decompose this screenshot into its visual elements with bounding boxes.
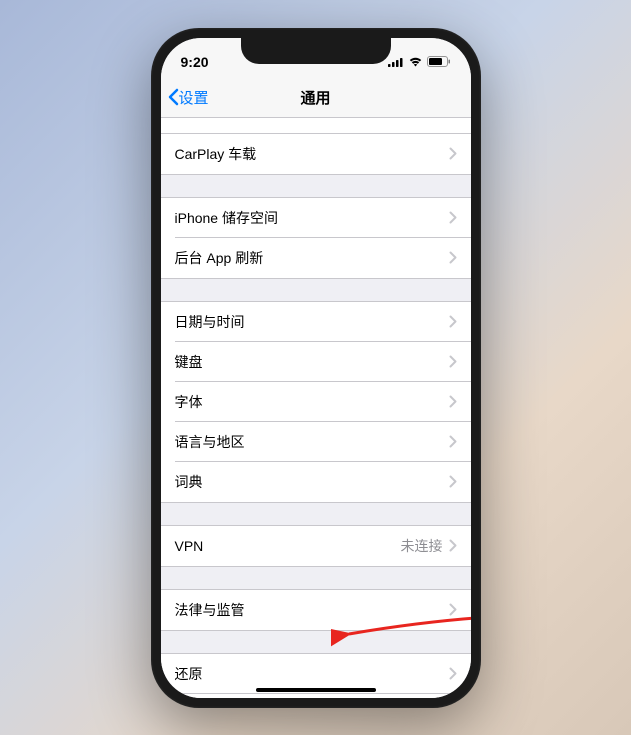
status-time: 9:20 xyxy=(181,54,209,70)
nav-bar: 设置 通用 xyxy=(161,78,471,118)
row-label: 语言与地区 xyxy=(175,432,245,452)
row-right xyxy=(449,475,457,488)
chevron-right-icon xyxy=(449,315,457,328)
chevron-right-icon xyxy=(449,211,457,224)
row-label: 法律与监管 xyxy=(175,600,245,620)
back-label: 设置 xyxy=(179,87,209,108)
row-carplay[interactable]: CarPlay 车载 xyxy=(161,134,471,174)
row-dictionary[interactable]: 词典 xyxy=(161,462,471,502)
row-right xyxy=(449,435,457,448)
row-vpn[interactable]: VPN 未连接 xyxy=(161,526,471,566)
row-right xyxy=(449,211,457,224)
chevron-right-icon xyxy=(449,603,457,616)
settings-section: iPhone 储存空间后台 App 刷新 xyxy=(161,197,471,279)
chevron-right-icon xyxy=(449,147,457,160)
row-storage[interactable]: iPhone 储存空间 xyxy=(161,198,471,238)
settings-section: 日期与时间键盘字体语言与地区词典 xyxy=(161,301,471,503)
chevron-right-icon xyxy=(449,251,457,264)
row-value: 未连接 xyxy=(401,536,443,556)
chevron-right-icon xyxy=(449,539,457,552)
row-label: CarPlay 车载 xyxy=(175,144,257,164)
wifi-icon xyxy=(408,56,423,67)
row-legal[interactable]: 法律与监管 xyxy=(161,590,471,630)
row-language[interactable]: 语言与地区 xyxy=(161,422,471,462)
row-right xyxy=(449,603,457,616)
chevron-right-icon xyxy=(449,395,457,408)
row-right xyxy=(449,147,457,160)
row-right xyxy=(449,251,457,264)
settings-content[interactable]: CarPlay 车载iPhone 储存空间后台 App 刷新日期与时间键盘字体语… xyxy=(161,118,471,698)
settings-section: CarPlay 车载 xyxy=(161,134,471,175)
row-label: 词典 xyxy=(175,472,203,492)
status-right xyxy=(388,56,451,67)
row-right: 未连接 xyxy=(401,536,457,556)
chevron-right-icon xyxy=(449,435,457,448)
settings-section: 法律与监管 xyxy=(161,589,471,631)
row-label: 字体 xyxy=(175,392,203,412)
chevron-right-icon xyxy=(449,355,457,368)
row-shutdown[interactable]: 关机 xyxy=(161,694,471,698)
row-fonts[interactable]: 字体 xyxy=(161,382,471,422)
phone-frame: 9:20 设置 通用 CarPlay 车载iPhone xyxy=(151,28,481,708)
signal-icon xyxy=(388,57,404,67)
row-bgrefresh[interactable]: 后台 App 刷新 xyxy=(161,238,471,278)
row-right xyxy=(449,395,457,408)
row-keyboard[interactable]: 键盘 xyxy=(161,342,471,382)
row-right xyxy=(449,667,457,680)
row-right xyxy=(449,355,457,368)
truncated-row xyxy=(161,118,471,134)
settings-section: VPN 未连接 xyxy=(161,525,471,567)
row-label: 键盘 xyxy=(175,352,203,372)
home-indicator[interactable] xyxy=(256,688,376,692)
row-label: VPN xyxy=(175,538,204,554)
row-label: 后台 App 刷新 xyxy=(175,248,264,268)
chevron-left-icon xyxy=(167,88,179,106)
nav-title: 通用 xyxy=(300,87,330,108)
row-label: 日期与时间 xyxy=(175,312,245,332)
phone-screen: 9:20 设置 通用 CarPlay 车载iPhone xyxy=(161,38,471,698)
row-datetime[interactable]: 日期与时间 xyxy=(161,302,471,342)
row-label: 还原 xyxy=(175,664,203,684)
notch xyxy=(241,38,391,64)
chevron-right-icon xyxy=(449,475,457,488)
chevron-right-icon xyxy=(449,667,457,680)
back-button[interactable]: 设置 xyxy=(167,87,209,108)
row-right xyxy=(449,315,457,328)
battery-icon xyxy=(427,56,451,67)
row-label: iPhone 储存空间 xyxy=(175,208,278,228)
